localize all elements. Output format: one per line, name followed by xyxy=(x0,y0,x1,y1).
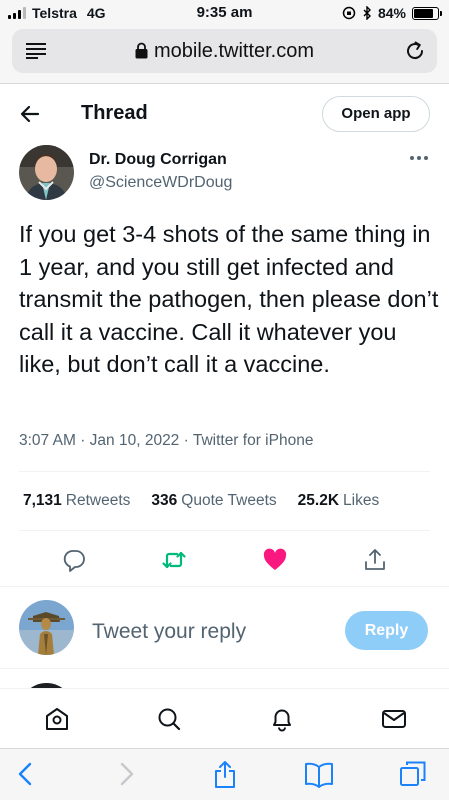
meta-separator: · xyxy=(183,432,189,449)
meta-separator: · xyxy=(80,432,86,449)
thread-header: Thread Open app xyxy=(0,86,449,140)
lock-icon xyxy=(135,42,148,59)
browser-toolbar xyxy=(0,748,449,800)
page-title: Thread xyxy=(81,102,148,124)
notifications-bell-icon[interactable] xyxy=(268,705,296,733)
likes-label: Likes xyxy=(343,492,380,509)
author-handle: @ScienceWDrDoug xyxy=(89,174,233,191)
search-icon[interactable] xyxy=(155,705,183,733)
tweet-date[interactable]: Jan 10, 2022 xyxy=(90,432,180,449)
divider xyxy=(0,586,449,587)
tabs-icon[interactable] xyxy=(398,759,428,789)
retweet-icon[interactable] xyxy=(161,547,187,573)
address-bar[interactable]: mobile.twitter.com xyxy=(12,29,437,73)
tweet-actions xyxy=(0,545,449,575)
forward-chevron-icon[interactable] xyxy=(111,759,141,789)
tweet-text: If you get 3-4 shots of the same thing i… xyxy=(19,221,439,377)
divider xyxy=(19,530,430,531)
tweet-source[interactable]: Twitter for iPhone xyxy=(193,432,314,449)
reply-icon[interactable] xyxy=(61,547,87,573)
home-icon[interactable] xyxy=(43,705,71,733)
share-icon[interactable] xyxy=(362,547,388,573)
quote-tweets-count: 336 xyxy=(151,492,178,509)
url-display[interactable]: mobile.twitter.com xyxy=(12,40,437,63)
retweets-count: 7,131 xyxy=(23,492,62,509)
tweet-time[interactable]: 3:07 AM xyxy=(19,432,76,449)
battery-icon xyxy=(412,6,442,20)
url-text: mobile.twitter.com xyxy=(153,40,315,62)
status-right: 84% xyxy=(342,5,442,21)
reply-input[interactable] xyxy=(92,618,312,646)
share-icon[interactable] xyxy=(210,759,240,789)
quote-tweets-label: Quote Tweets xyxy=(181,492,277,509)
user-avatar xyxy=(19,600,74,655)
bookmarks-book-icon[interactable] xyxy=(304,759,334,789)
quote-tweets-stat[interactable]: 336 Quote Tweets xyxy=(151,492,276,510)
author-avatar[interactable] xyxy=(19,145,74,200)
author-name[interactable]: Dr. Doug Corrigan xyxy=(89,151,227,169)
divider xyxy=(0,668,449,669)
retweets-label: Retweets xyxy=(65,492,131,509)
likes-stat[interactable]: 25.2K Likes xyxy=(298,492,380,510)
messages-envelope-icon[interactable] xyxy=(380,705,408,733)
author-avatar-image xyxy=(19,145,74,200)
likes-count: 25.2K xyxy=(297,492,340,509)
back-chevron-icon[interactable] xyxy=(11,759,41,789)
divider xyxy=(19,471,430,472)
battery-percent: 84% xyxy=(377,5,406,21)
status-bar: Telstra 4G 9:35 am 84% xyxy=(0,0,449,26)
orientation-lock-icon xyxy=(342,6,356,20)
more-options-icon[interactable] xyxy=(406,148,432,168)
user-avatar-image xyxy=(19,600,74,655)
open-app-button[interactable]: Open app xyxy=(322,96,430,132)
bluetooth-icon xyxy=(363,6,371,20)
bottom-navigation xyxy=(0,688,449,748)
retweets-stat[interactable]: 7,131 Retweets xyxy=(23,492,130,510)
tweet-timestamp: 3:07 AM · Jan 10, 2022 · Twitter for iPh… xyxy=(19,432,313,450)
back-arrow-icon[interactable] xyxy=(18,102,42,126)
reply-button[interactable]: Reply xyxy=(345,611,428,650)
reload-icon[interactable] xyxy=(403,39,427,63)
browser-address-area: mobile.twitter.com xyxy=(0,26,449,84)
tweet-stats: 7,131 Retweets 336 Quote Tweets 25.2K Likes xyxy=(23,492,379,510)
like-heart-icon[interactable] xyxy=(262,547,288,573)
